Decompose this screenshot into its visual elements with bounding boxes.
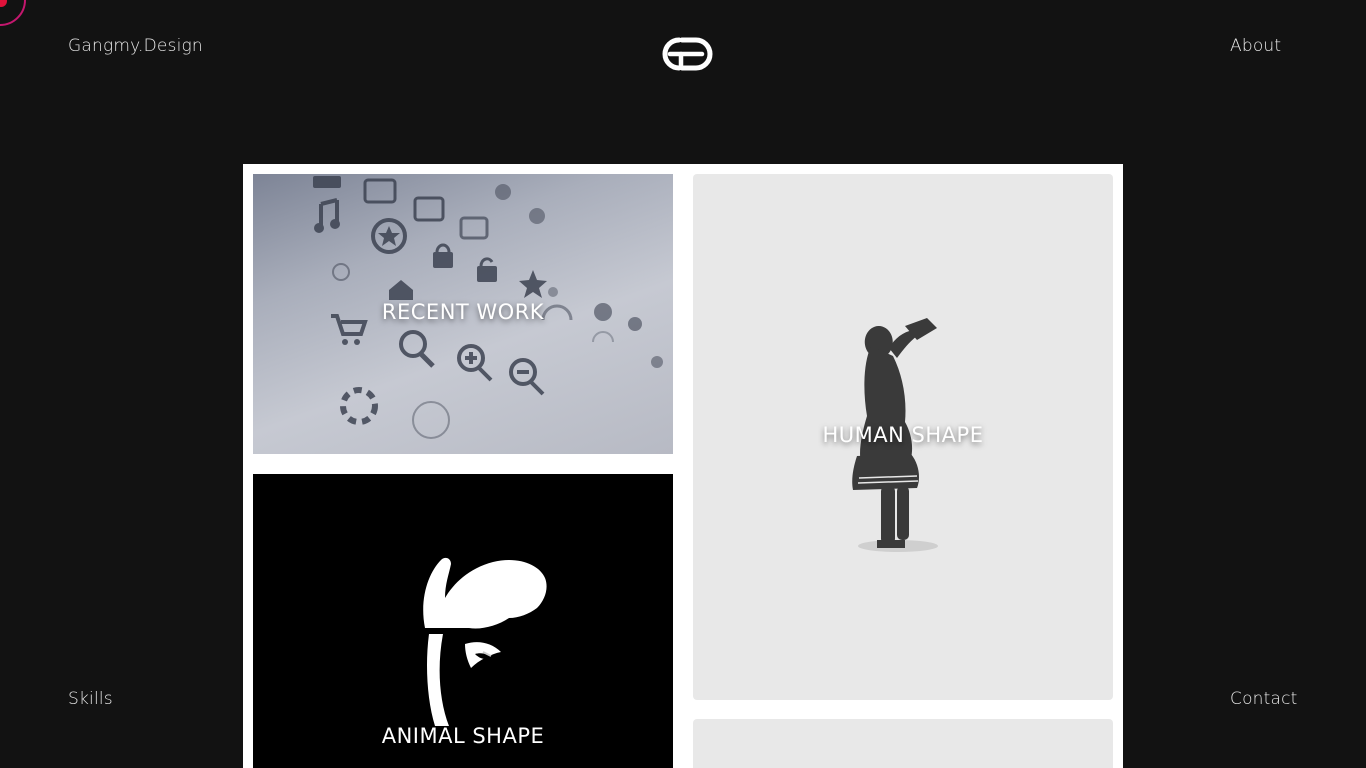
animal-shape-tile[interactable]: ANIMAL SHAPE	[253, 474, 673, 768]
gallery-frame: RECENT WORK HUMAN SHAPE ANIMAL SHAPE	[243, 164, 1123, 768]
logo-svg	[662, 37, 713, 71]
skills-link[interactable]: Skills	[68, 689, 113, 709]
brand-link[interactable]: Gangmy.Design	[68, 36, 203, 56]
gd-monogram-icon[interactable]	[652, 34, 714, 74]
human-shape-label: HUMAN SHAPE	[822, 423, 984, 447]
next-gallery-tile[interactable]	[693, 719, 1113, 768]
recent-work-tile[interactable]: RECENT WORK	[253, 174, 673, 454]
human-shape-tile[interactable]: HUMAN SHAPE	[693, 174, 1113, 700]
animal-shape-label: ANIMAL SHAPE	[381, 724, 545, 748]
recent-work-label: RECENT WORK	[381, 300, 545, 324]
about-link[interactable]: About	[1230, 36, 1281, 56]
portfolio-page: Gangmy.Design About RECENT WORK HUMAN SH…	[0, 0, 1366, 768]
contact-link[interactable]: Contact	[1230, 689, 1298, 709]
